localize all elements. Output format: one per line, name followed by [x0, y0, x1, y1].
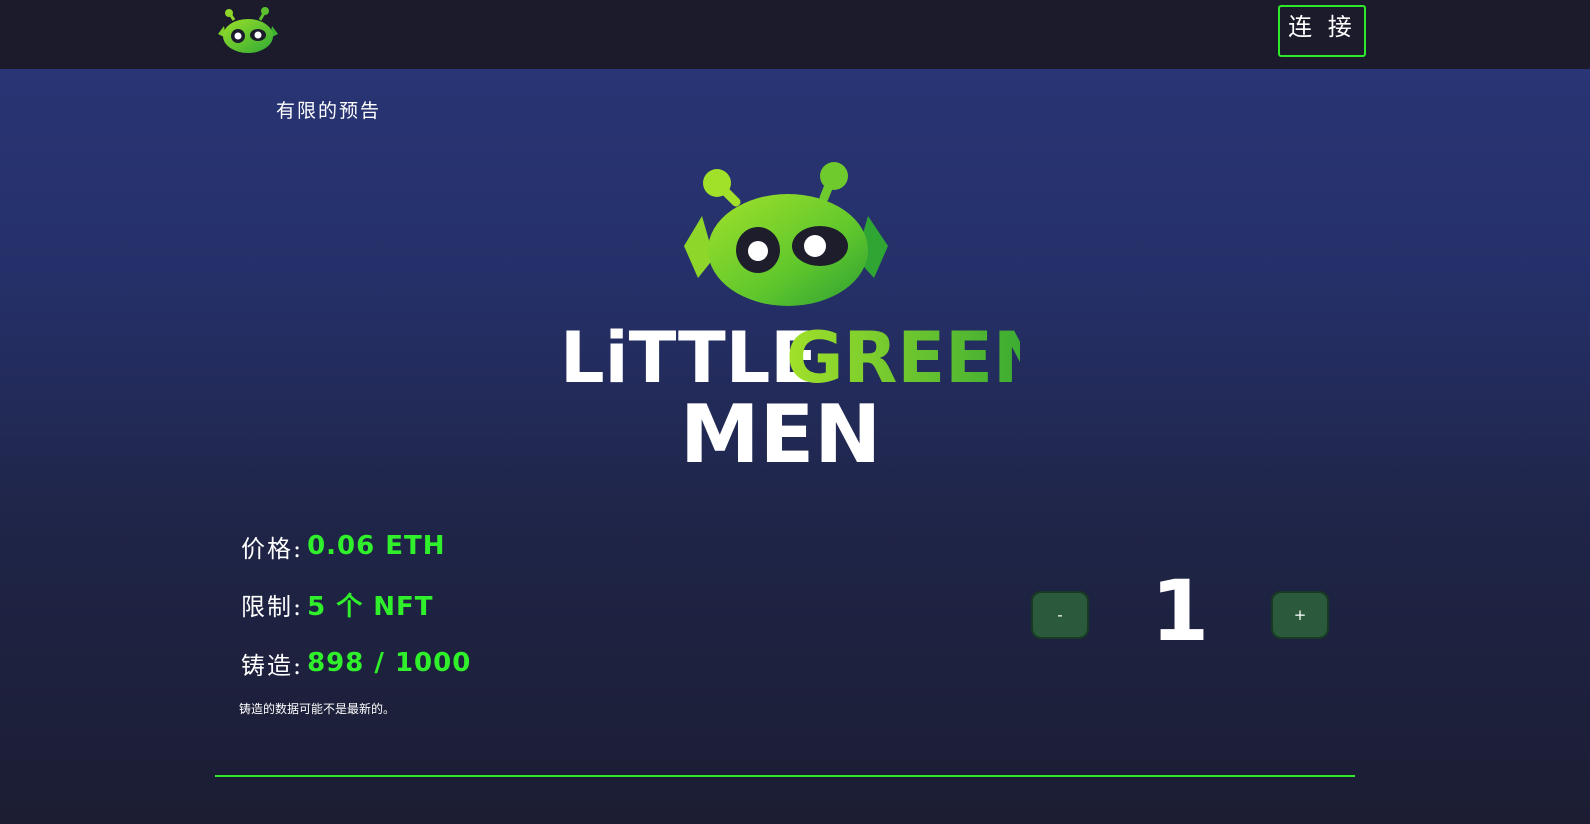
price-row: 价格: 0.06 ETH — [241, 529, 446, 563]
alien-head-icon[interactable] — [212, 4, 284, 56]
title-word-green: GREEN — [786, 317, 1020, 399]
title-word-little: LiTTLE — [560, 317, 818, 399]
title-word-men: MEN — [680, 388, 881, 480]
section-divider — [215, 775, 1355, 777]
increase-quantity-button[interactable]: + — [1271, 591, 1329, 639]
price-label: 价格: — [241, 534, 304, 563]
limit-label: 限制: — [241, 592, 304, 621]
top-nav: 连 接 — [0, 0, 1590, 69]
decrease-quantity-button[interactable]: - — [1031, 591, 1089, 639]
minted-value: 898 / 1000 — [307, 648, 472, 678]
price-value: 0.06 ETH — [307, 531, 446, 561]
connect-wallet-button[interactable]: 连 接 — [1278, 5, 1366, 57]
limit-row: 限制: 5 个 NFT — [241, 587, 434, 622]
minted-data-note: 铸造的数据可能不是最新的。 — [239, 702, 396, 716]
limit-value: 5 个 NFT — [307, 591, 434, 622]
minted-label: 铸造: — [241, 651, 304, 680]
alien-mascot-icon — [684, 162, 888, 306]
presale-label: 有限的预告 — [276, 100, 382, 122]
quantity-value: 1 — [1150, 562, 1210, 660]
little-green-men-wordmark: LiTTLE GREEN MEN — [560, 317, 1020, 480]
minted-row: 铸造: 898 / 1000 — [241, 646, 471, 680]
